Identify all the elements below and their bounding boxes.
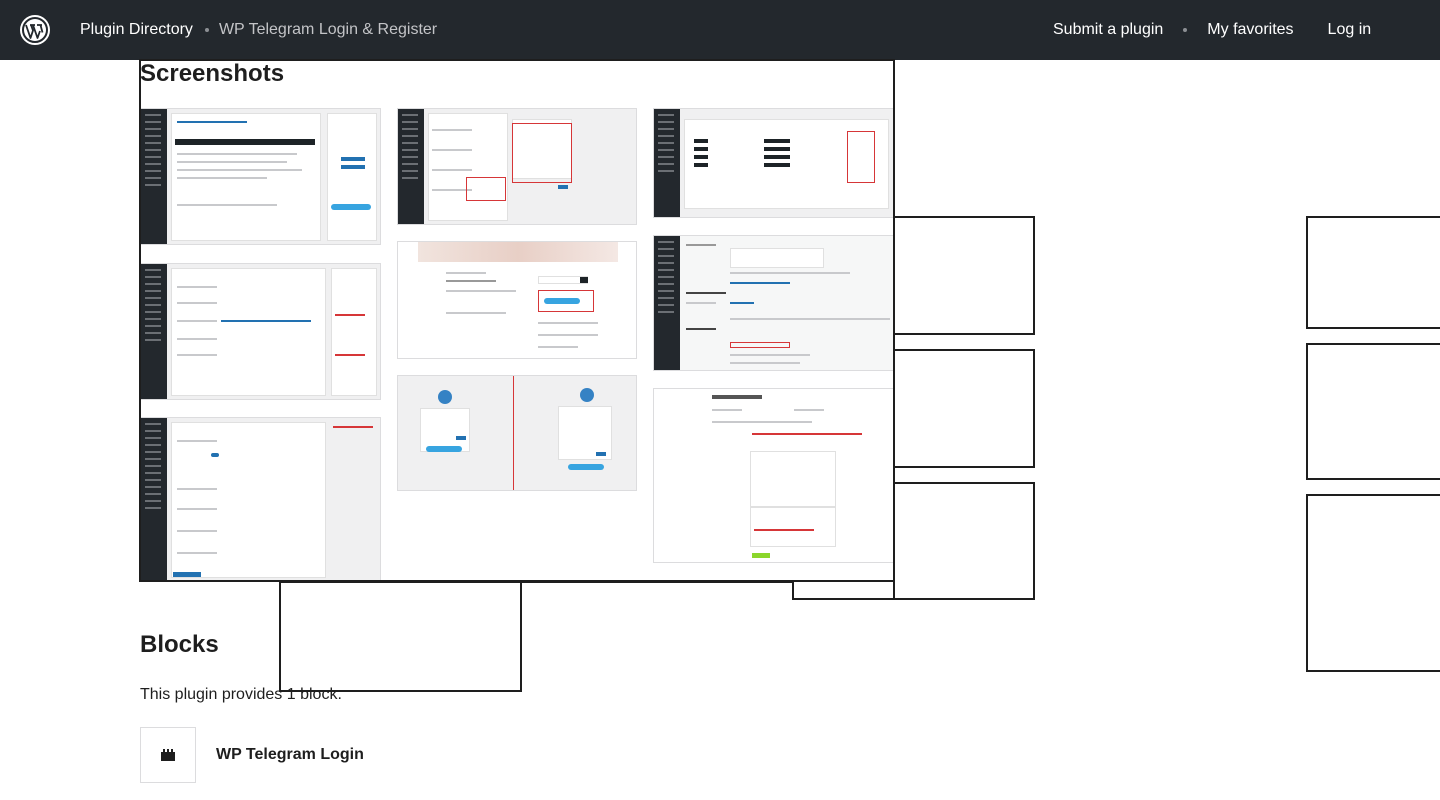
breadcrumb-separator: [204, 28, 209, 32]
submit-plugin-link[interactable]: Submit a plugin: [1053, 21, 1163, 39]
outline-frame: [893, 482, 1035, 600]
outline-frame: [893, 216, 1035, 335]
outline-frame: [1306, 494, 1440, 672]
outline-frame: [279, 581, 522, 692]
breadcrumb: Plugin Directory WP Telegram Login & Reg…: [80, 0, 437, 60]
blocks-description: This plugin provides 1 block.: [140, 686, 342, 703]
log-in-link[interactable]: Log in: [1328, 21, 1372, 39]
header-nav: Submit a plugin My favorites Log in: [1053, 0, 1371, 60]
my-favorites-link[interactable]: My favorites: [1207, 21, 1293, 39]
nav-separator: [1183, 28, 1188, 32]
wordpress-logo-icon[interactable]: [20, 15, 50, 45]
outline-frame: [792, 598, 1035, 600]
block-name: WP Telegram Login: [216, 746, 364, 763]
block-list-item[interactable]: WP Telegram Login: [140, 727, 364, 783]
global-header: Plugin Directory WP Telegram Login & Reg…: [0, 0, 1440, 60]
outline-frame: [893, 349, 1035, 468]
blocks-heading: Blocks: [140, 631, 219, 658]
outline-frame: [1306, 343, 1440, 480]
outline-frame: [520, 581, 794, 600]
outline-frame: [1306, 216, 1440, 329]
block-icon: [140, 727, 196, 783]
screenshots-frame: [139, 59, 895, 582]
breadcrumb-current-plugin[interactable]: WP Telegram Login & Register: [219, 21, 437, 39]
breadcrumb-plugin-directory[interactable]: Plugin Directory: [80, 21, 193, 39]
